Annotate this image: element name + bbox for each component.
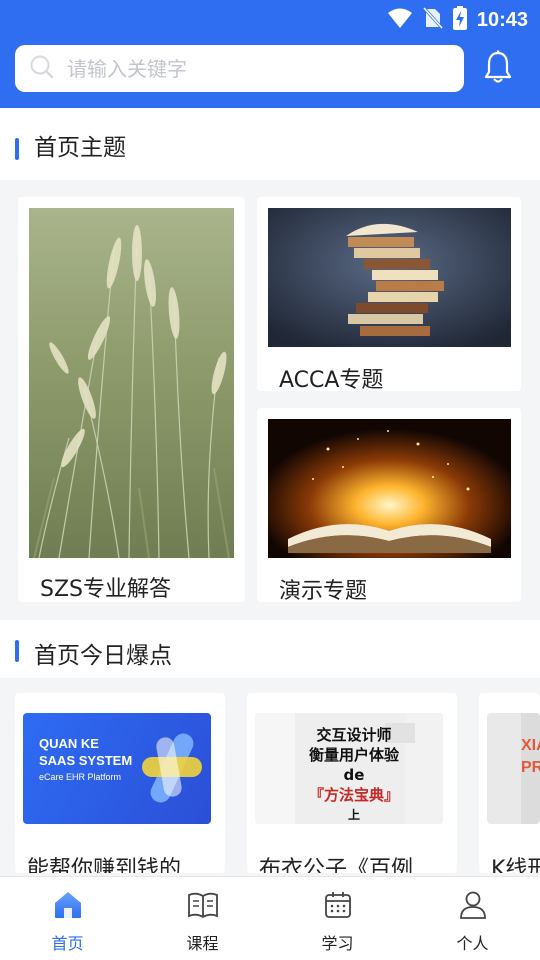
book-icon xyxy=(187,890,219,924)
search-input[interactable] xyxy=(67,56,427,81)
battery-charging-icon xyxy=(452,6,467,34)
topic-image-grass xyxy=(29,208,234,558)
topic-image-open-book xyxy=(268,419,511,558)
nav-item-courses[interactable]: 课程 xyxy=(135,877,270,960)
search-bar[interactable] xyxy=(15,45,464,92)
notification-bell-button[interactable] xyxy=(480,50,516,88)
thumb-text: QUAN KE xyxy=(39,736,99,751)
thumb-text: 衡量用户体验de xyxy=(308,746,399,784)
calendar-icon xyxy=(323,890,353,924)
bottom-navigation: 首页 课程 学习 个人 xyxy=(0,876,540,960)
app-header: 10:43 xyxy=(0,0,540,108)
thumb-text: PR xyxy=(521,759,540,776)
nav-label: 课程 xyxy=(186,934,219,953)
status-bar: 10:43 xyxy=(0,0,540,36)
section-accent-bar xyxy=(15,138,19,160)
thumb-text: 交互设计师 xyxy=(316,726,392,744)
hot-card-title: K线形 xyxy=(491,857,540,873)
nav-item-profile[interactable]: 个人 xyxy=(405,877,540,960)
topic-label: 演示专题 xyxy=(279,579,368,602)
nav-label: 个人 xyxy=(456,934,489,953)
topic-label: SZS专业解答 xyxy=(40,577,172,602)
thumb-text: eCare EHR Platform xyxy=(39,772,122,782)
status-time: 10:43 xyxy=(476,8,528,31)
nav-label: 首页 xyxy=(51,934,84,953)
hot-thumbnail-kline: XIA PR xyxy=(487,713,540,824)
section-title: 首页主题 xyxy=(34,135,126,161)
hot-card-title: 布衣公子《百例 xyxy=(259,857,414,873)
bell-icon xyxy=(483,50,513,88)
thumb-text: 『方法宝典』 xyxy=(308,786,399,804)
topic-label: ACCA专题 xyxy=(279,368,384,391)
topic-card-szs[interactable]: SZS专业解答 xyxy=(18,197,245,602)
hot-card[interactable]: QUAN KE SAAS SYSTEM eCare EHR Platform 能… xyxy=(15,693,225,873)
hot-thumbnail-ux: 交互设计师 衡量用户体验de 『方法宝典』 上 xyxy=(255,713,443,824)
section-title: 首页今日爆点 xyxy=(34,643,172,669)
nav-item-home[interactable]: 首页 xyxy=(0,877,135,960)
topic-card-presentation[interactable]: 演示专题 xyxy=(257,408,521,602)
thumb-text: SAAS SYSTEM xyxy=(39,753,133,768)
topic-image-books xyxy=(268,208,511,347)
search-icon xyxy=(29,54,55,84)
thumb-text: 上 xyxy=(347,808,360,822)
thumb-text: XIA xyxy=(521,737,540,754)
wifi-icon xyxy=(387,7,413,33)
person-icon xyxy=(458,890,488,924)
nav-label: 学习 xyxy=(321,934,354,953)
hot-card[interactable]: 交互设计师 衡量用户体验de 『方法宝典』 上 布衣公子《百例 xyxy=(247,693,457,873)
section-accent-bar xyxy=(15,640,19,662)
home-icon xyxy=(53,890,83,924)
hot-thumbnail-saas: QUAN KE SAAS SYSTEM eCare EHR Platform xyxy=(23,713,211,824)
nav-item-study[interactable]: 学习 xyxy=(270,877,405,960)
hot-card-title: 能帮你赚到钱的 xyxy=(27,857,182,873)
topics-section-header: 首页主题 xyxy=(0,108,540,180)
topic-card-acca[interactable]: ACCA专题 xyxy=(257,197,521,391)
hot-card[interactable]: XIA PR K线形 xyxy=(479,693,540,873)
no-sim-icon xyxy=(422,6,443,33)
hot-section-header: 首页今日爆点 xyxy=(0,620,540,678)
